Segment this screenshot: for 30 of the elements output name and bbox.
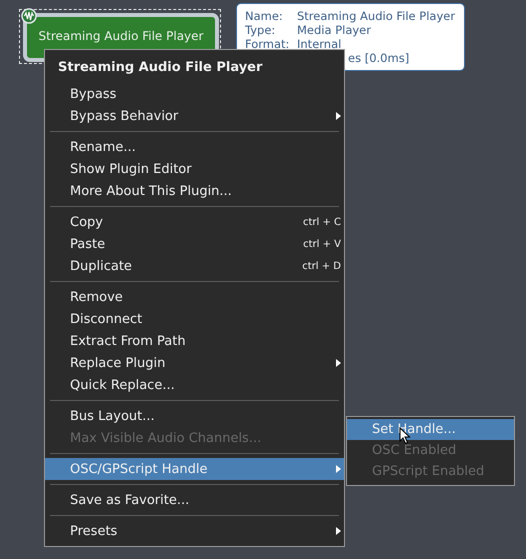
menu-item[interactable]: Presets (45, 520, 344, 542)
menu-item[interactable]: Bypass Behavior (45, 105, 344, 127)
menu-item[interactable]: Extract From Path (45, 330, 344, 352)
tooltip-label: Name: (245, 9, 284, 23)
menu-item[interactable]: Bypass (45, 83, 344, 105)
submenu-arrow-icon (336, 359, 341, 367)
menu-item[interactable]: Replace Plugin (45, 352, 344, 374)
menu-item[interactable]: Duplicate ctrl + D (45, 255, 344, 277)
submenu-arrow-icon (336, 112, 341, 120)
menu-item[interactable]: Copy ctrl + C (45, 211, 344, 233)
menu-item[interactable]: Paste ctrl + V (45, 233, 344, 255)
menu-item[interactable]: Show Plugin Editor (45, 158, 344, 180)
tooltip-value: Media Player (297, 23, 371, 37)
tooltip-label: Format: (245, 37, 290, 51)
tooltip-value: Streaming Audio File Player (297, 9, 456, 23)
menu-item[interactable]: Save as Favorite... (45, 489, 344, 511)
submenu-arrow-icon (336, 465, 341, 473)
tooltip-label: Type: (245, 23, 276, 37)
submenu-arrow-icon (336, 527, 341, 535)
menu-item[interactable]: More About This Plugin... (45, 180, 344, 202)
menu-item[interactable]: Bus Layout... (45, 405, 344, 427)
menu-item[interactable]: Rename... (45, 136, 344, 158)
menu-item[interactable]: Quick Replace... (45, 374, 344, 396)
menu-item[interactable]: OSC/GPScript Handle (45, 458, 344, 480)
tooltip-value: Internal (297, 37, 342, 51)
menu-item[interactable]: Remove (45, 286, 344, 308)
menu-title: Streaming Audio File Player (57, 59, 264, 77)
waveform-icon (21, 8, 37, 24)
menu-item[interactable]: Disconnect (45, 308, 344, 330)
tooltip-value: es [0.0ms] (348, 51, 410, 65)
